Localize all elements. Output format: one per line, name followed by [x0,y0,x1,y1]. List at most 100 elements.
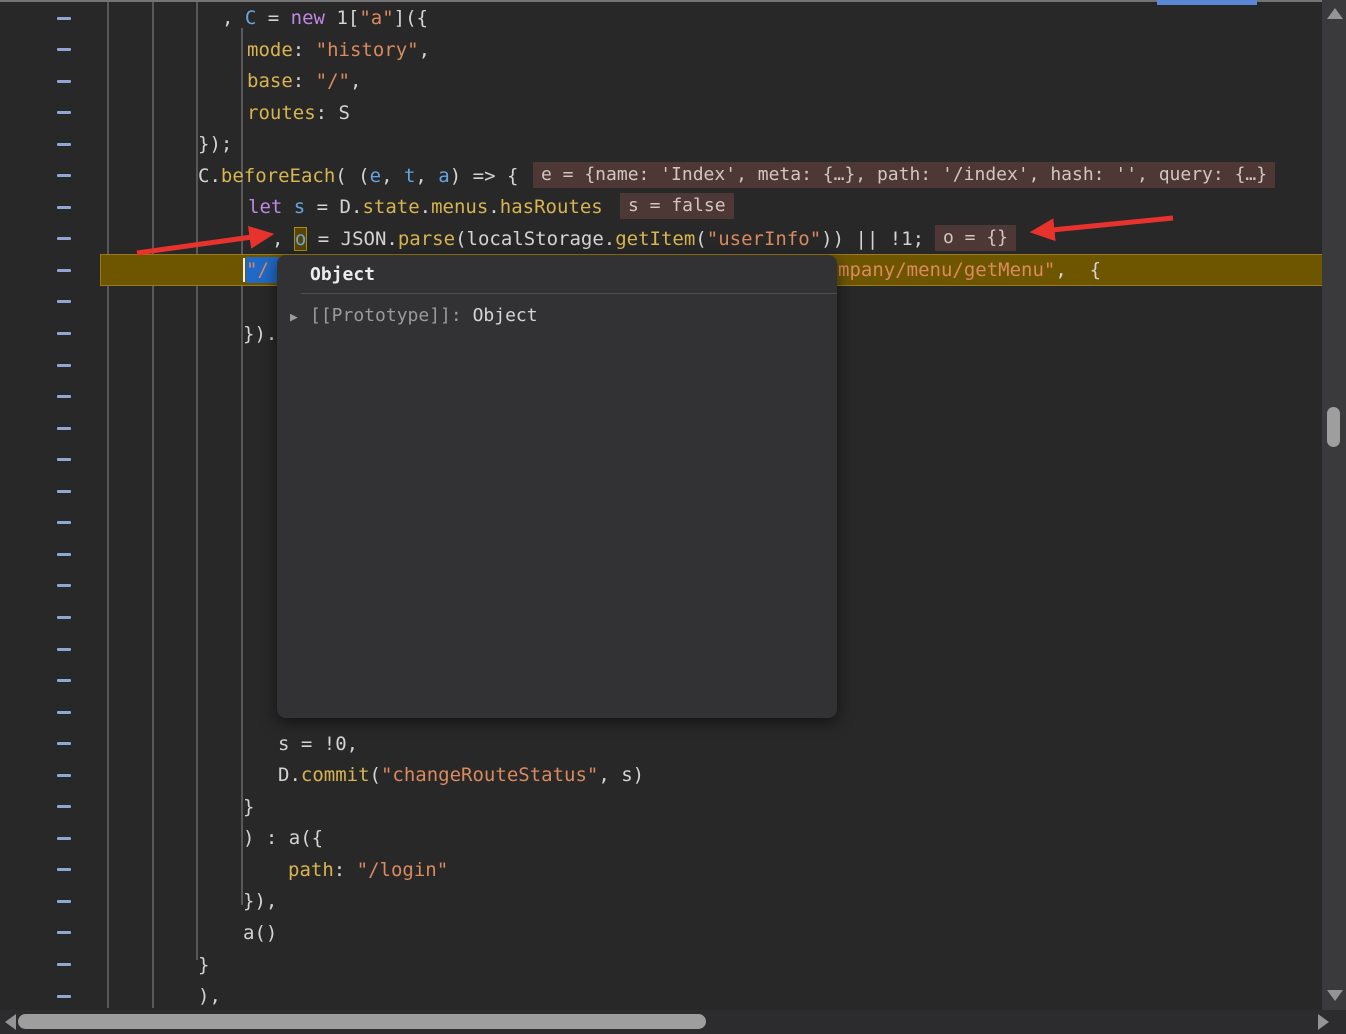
scroll-down-icon[interactable] [1327,990,1343,1001]
fold-marker-icon[interactable] [57,963,71,966]
code-line: } [243,791,254,823]
code-token: ( ( [335,165,369,187]
inline-eval-badge: e = {name: 'Index', meta: {…}, path: '/i… [533,162,1275,188]
code-line: base: "/", [247,65,361,97]
fold-marker-icon[interactable] [57,48,71,51]
fold-marker-icon[interactable] [57,900,71,903]
selected-token: "/ [246,257,279,283]
code-token: . [420,196,431,218]
code-token: commit [301,764,370,786]
code-token: , [350,70,361,92]
code-token: state [362,196,419,218]
code-token: ( [695,228,706,250]
fold-marker-icon[interactable] [57,80,71,83]
fold-marker-icon[interactable] [57,300,71,303]
fold-marker-icon[interactable] [57,427,71,430]
scroll-left-icon[interactable] [5,1014,16,1030]
fold-marker-icon[interactable] [57,774,71,777]
code-token: , { [1055,259,1101,281]
fold-marker-icon[interactable] [57,742,71,745]
code-line: let s = D.state.menus.hasRoutes [248,191,603,223]
fold-marker-icon[interactable] [57,995,71,998]
code-token: , [419,39,430,61]
code-token: "history" [316,39,419,61]
fold-marker-icon[interactable] [57,332,71,335]
horizontal-scrollbar-thumb[interactable] [18,1014,706,1029]
code-token: : [293,39,316,61]
code-token: a [438,165,449,187]
fold-marker-icon[interactable] [57,395,71,398]
fold-marker-icon[interactable] [57,679,71,682]
code-line: , C = new 1["a"]({ [222,2,428,34]
code-token: "userInfo" [707,228,821,250]
fold-marker-icon[interactable] [57,837,71,840]
fold-marker-icon[interactable] [57,364,71,367]
window-top-border [0,0,1346,2]
code-token: getItem [615,228,695,250]
fold-marker-icon[interactable] [57,17,71,20]
hovered-variable[interactable]: o [295,228,306,250]
vertical-scrollbar[interactable] [1322,0,1346,1010]
code-token: s = !0, [278,733,358,755]
code-token: C. [198,165,221,187]
inline-eval-badge: s = false [620,193,734,219]
fold-marker-icon[interactable] [57,553,71,556]
code-token: ) : a({ [243,827,323,849]
code-token: C [245,7,256,29]
code-token: "a" [359,7,393,29]
prototype-row[interactable]: ▶[[Prototype]]: Object [290,303,538,331]
code-token: ]({ [394,7,428,29]
fold-marker-icon[interactable] [57,490,71,493]
fold-marker-icon[interactable] [57,143,71,146]
code-line: ), [198,980,221,1012]
code-line: a() [243,917,277,949]
red-annotation-arrow [137,237,252,253]
code-token: new [291,7,325,29]
fold-marker-icon[interactable] [57,648,71,651]
red-annotation-arrow [1052,218,1173,230]
code-token: "/" [316,70,350,92]
expand-triangle-icon[interactable]: ▶ [290,305,310,331]
code-token: , [222,7,245,29]
code-line: routes: S [247,97,350,129]
code-token: S [339,102,350,124]
fold-marker-icon[interactable] [57,616,71,619]
fold-marker-icon[interactable] [57,711,71,714]
code-line: ) : a({ [243,822,323,854]
code-token: "changeRouteStatus" [381,764,598,786]
vertical-scrollbar-thumb[interactable] [1327,407,1340,447]
fold-marker-icon[interactable] [57,521,71,524]
code-token: ( [370,764,381,786]
code-token: }). [243,323,277,345]
fold-marker-icon[interactable] [57,805,71,808]
code-token: = JSON. [306,228,398,250]
scroll-up-icon[interactable] [1327,8,1343,19]
code-line: , o = JSON.parse(localStorage.getItem("u… [272,223,924,255]
fold-marker-icon[interactable] [57,584,71,587]
code-token: = [256,7,290,29]
fold-marker-icon[interactable] [57,206,71,209]
code-token [282,196,293,218]
code-token: menus [431,196,488,218]
fold-marker-icon[interactable] [57,458,71,461]
fold-marker-icon[interactable] [57,174,71,177]
fold-marker-icon[interactable] [57,931,71,934]
inline-eval-badge: o = {} [935,225,1016,251]
code-line: D.commit("changeRouteStatus", s) [278,759,644,791]
code-line: }), [243,885,277,917]
code-token: } [243,796,254,818]
indent-guide [152,2,154,1008]
code-token: ) => { [450,165,519,187]
fold-marker-icon[interactable] [57,269,71,272]
code-token: , [381,165,404,187]
scroll-right-icon[interactable] [1318,1014,1329,1030]
fold-marker-icon[interactable] [57,868,71,871]
prototype-value: Object [473,305,538,326]
code-token: path [288,859,334,881]
fold-marker-icon[interactable] [57,237,71,240]
fold-marker-icon[interactable] [57,111,71,114]
code-token: mpany/menu/getMenu" [838,259,1055,281]
code-line: path: "/login" [288,854,448,886]
code-token: (localStorage. [455,228,615,250]
code-token: , [272,228,295,250]
